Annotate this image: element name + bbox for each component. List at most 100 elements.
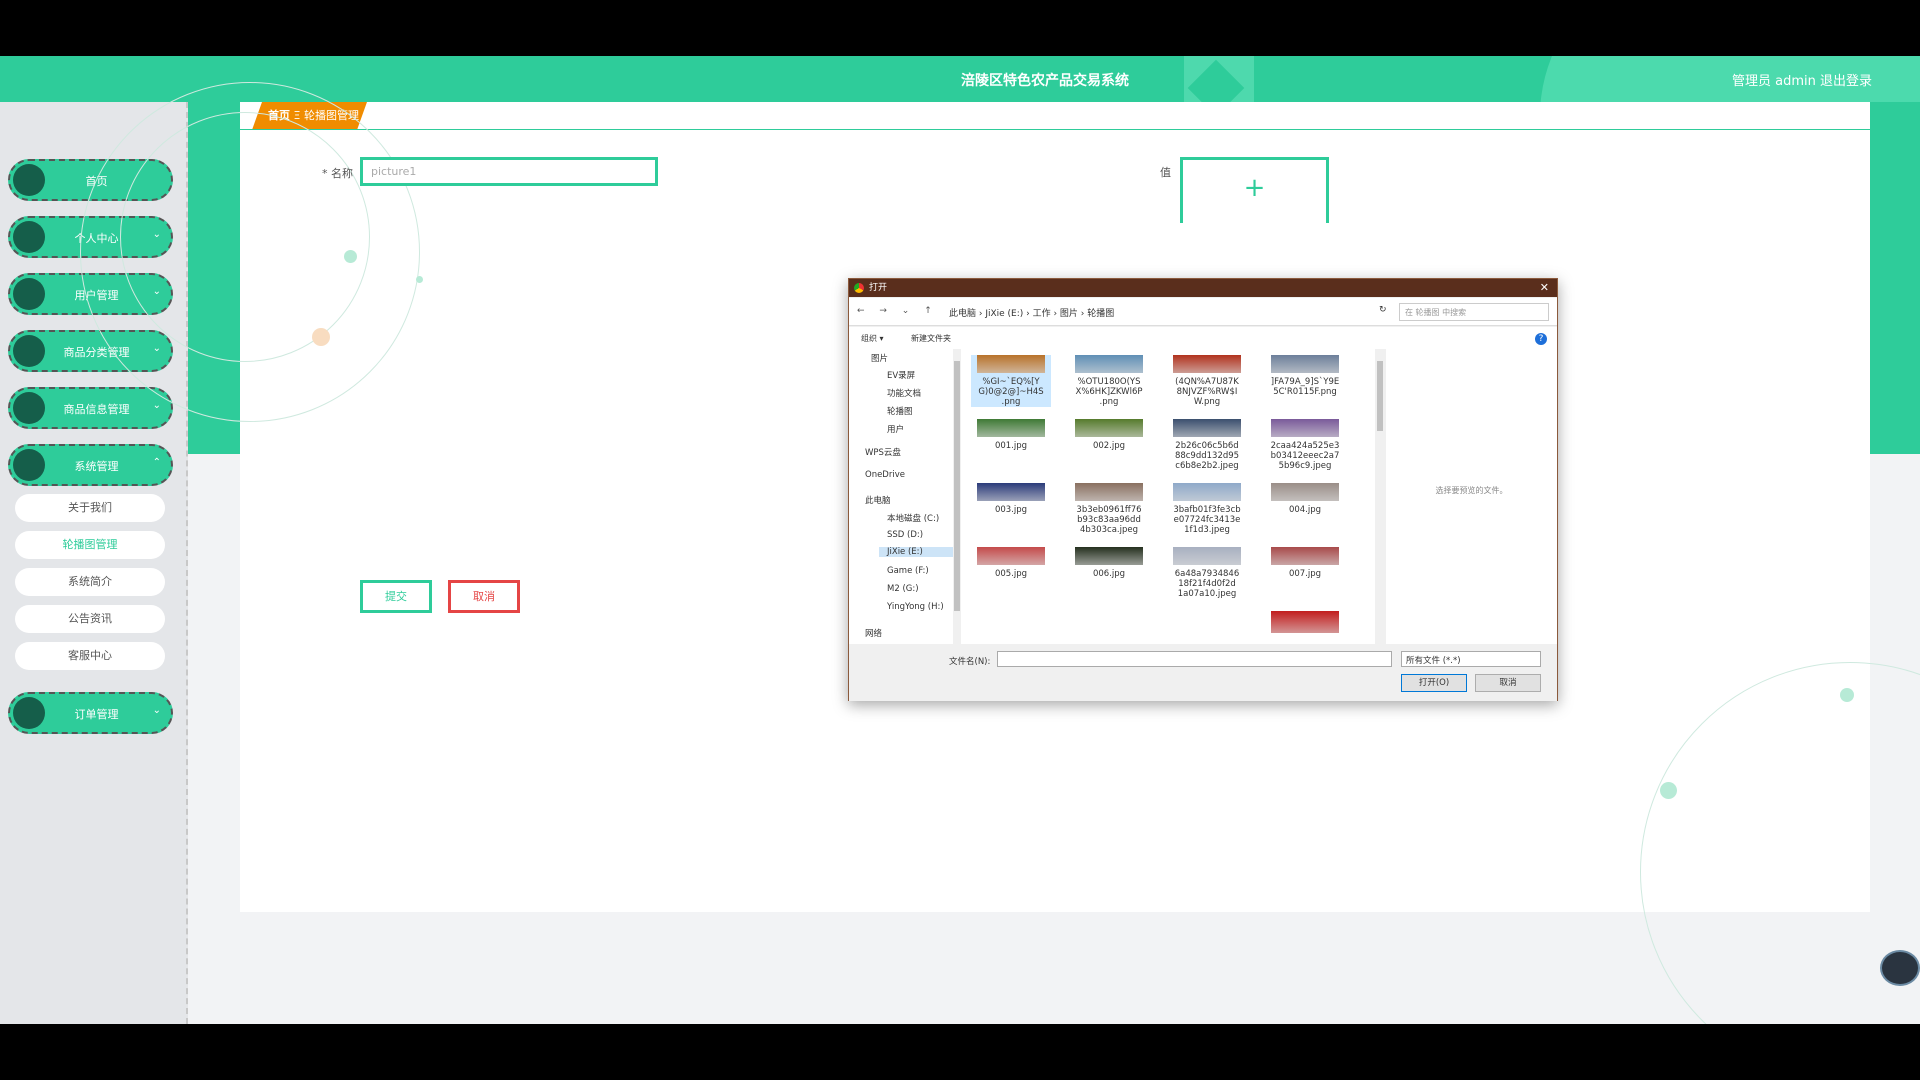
menu-circle-icon (13, 697, 45, 729)
file-item[interactable]: 3bafb01f3fe3cb e07724fc3413e 1f1d3.jpeg (1167, 483, 1247, 535)
file-item[interactable]: 2b26c06c5b6d 88c9dd132d95 c6b8e2b2.jpeg (1167, 419, 1247, 471)
cancel-button[interactable]: 取消 (448, 580, 520, 613)
image-upload[interactable]: + (1180, 157, 1329, 223)
file-name: 006.jpg (1092, 569, 1126, 579)
submit-button[interactable]: 提交 (360, 580, 432, 613)
tree-item[interactable]: 网络 (865, 627, 882, 639)
path-breadcrumb[interactable]: 此电脑 › JiXie (E:) › 工作 › 图片 › 轮播图 (949, 306, 1114, 319)
file-item[interactable]: 2caa424a525e3 b03412eeec2a7 5b96c9.jpeg (1265, 419, 1345, 471)
sidebar-item-order-management[interactable]: 订单管理 ⌄ (8, 692, 173, 734)
file-item[interactable] (1265, 611, 1345, 637)
file-item[interactable]: (4QN%A7U87K 8NJVZF%RW$I W.png (1167, 355, 1247, 407)
divider (240, 129, 1870, 130)
sidebar-item-label: 商品信息管理 (63, 403, 130, 416)
file-thumbnail (1075, 483, 1143, 501)
sidebar-item-product-management[interactable]: 商品信息管理 ⌄ (8, 387, 173, 429)
help-icon[interactable]: ? (1535, 333, 1547, 345)
file-thumbnail (977, 483, 1045, 501)
file-item[interactable]: 007.jpg (1265, 547, 1345, 579)
file-thumbnail (977, 355, 1045, 373)
app-screen: 涪陵区特色农产品交易系统 管理员 admin 退出登录 首页 个人中心 ⌄ 用户… (0, 56, 1920, 1024)
tree-item[interactable]: YingYong (H:) (887, 602, 944, 612)
file-name: 2caa424a525e3 b03412eeec2a7 5b96c9.jpeg (1270, 441, 1340, 471)
file-thumbnail (1075, 355, 1143, 373)
file-name: 3bafb01f3fe3cb e07724fc3413e 1f1d3.jpeg (1173, 505, 1241, 535)
tree-item[interactable]: 此电脑 (865, 494, 891, 506)
scroll-thumb[interactable] (954, 361, 960, 611)
chevron-down-icon: ⌄ (152, 705, 161, 716)
tree-item[interactable]: 功能文档 (887, 387, 921, 399)
file-name: 002.jpg (1092, 441, 1126, 451)
floating-widget-button[interactable] (1880, 950, 1920, 986)
search-input[interactable]: 在 轮播图 中搜索 (1399, 303, 1549, 321)
tree-item[interactable]: 用户 (887, 423, 904, 435)
dialog-title: 打开 (869, 283, 888, 293)
refresh-icon[interactable]: ↻ (1379, 305, 1387, 315)
dialog-cancel-button[interactable]: 取消 (1475, 674, 1541, 692)
tree-item[interactable]: M2 (G:) (887, 584, 919, 594)
file-name: 004.jpg (1288, 505, 1322, 515)
file-thumbnail (1075, 547, 1143, 565)
tree-scrollbar[interactable] (953, 349, 961, 644)
chrome-icon (854, 283, 864, 293)
file-item[interactable]: 006.jpg (1069, 547, 1149, 579)
sidebar-subitem-carousel[interactable]: 轮播图管理 (15, 531, 165, 559)
tree-item[interactable]: Game (F:) (887, 566, 929, 576)
file-thumbnail (1173, 547, 1241, 565)
tree-item[interactable]: EV录屏 (887, 369, 915, 381)
file-name: 003.jpg (994, 505, 1028, 515)
decoration-dot (1840, 688, 1854, 702)
file-item[interactable]: 001.jpg (971, 419, 1051, 451)
file-thumbnail (1173, 419, 1241, 437)
navigation-arrows[interactable]: ← → ⌄ ↑ (857, 306, 938, 316)
decoration-dot (1660, 782, 1677, 799)
name-input[interactable]: picture1 (360, 157, 658, 186)
file-thumbnail (977, 547, 1045, 565)
sidebar-item-label: 订单管理 (74, 708, 119, 721)
open-button[interactable]: 打开(O) (1401, 674, 1467, 692)
filetype-select[interactable]: 所有文件 (*.*) (1401, 651, 1541, 667)
sidebar-subitem-about[interactable]: 关于我们 (15, 494, 165, 522)
file-thumbnail (1173, 355, 1241, 373)
user-info[interactable]: 管理员 admin 退出登录 (1732, 70, 1872, 89)
file-item[interactable]: 6a48a7934846 18f21f4d0f2d 1a07a10.jpeg (1167, 547, 1247, 599)
file-item[interactable]: ]FA79A_9]S`Y9E 5C'R0115F.png (1265, 355, 1345, 397)
file-item[interactable]: %OTU180O(YS X%6HK]ZKWl6P .png (1069, 355, 1149, 407)
filename-input[interactable] (997, 651, 1392, 667)
file-item[interactable]: 3b3eb0961ff76 b93c83aa96dd 4b303ca.jpeg (1069, 483, 1149, 535)
file-item[interactable]: 005.jpg (971, 547, 1051, 579)
file-name: %OTU180O(YS X%6HK]ZKWl6P .png (1075, 377, 1143, 407)
file-name: 005.jpg (994, 569, 1028, 579)
scroll-thumb[interactable] (1377, 361, 1383, 431)
folder-tree: 图片 EV录屏 功能文档 轮播图 用户 WPS云盘 OneDrive 此电脑 本… (849, 349, 959, 644)
menu-circle-icon (13, 449, 45, 481)
file-item[interactable]: 004.jpg (1265, 483, 1345, 515)
dialog-footer: 文件名(N): 所有文件 (*.*) 打开(O) 取消 (849, 645, 1557, 701)
tree-item[interactable]: WPS云盘 (865, 446, 901, 458)
close-icon[interactable]: ✕ (1540, 279, 1549, 297)
tree-item[interactable]: 轮播图 (887, 405, 913, 417)
background-arc (120, 112, 370, 362)
file-item[interactable]: 002.jpg (1069, 419, 1149, 451)
tree-item[interactable]: SSD (D:) (887, 530, 923, 540)
new-folder-button[interactable]: 新建文件夹 (911, 333, 951, 344)
menu-circle-icon (13, 392, 45, 424)
organize-button[interactable]: 组织 ▾ (861, 333, 884, 344)
chevron-down-icon: ⌄ (152, 400, 161, 411)
tree-item[interactable]: 本地磁盘 (C:) (887, 512, 939, 524)
tree-item[interactable]: OneDrive (865, 470, 905, 480)
sidebar-item-system-management[interactable]: 系统管理 ⌃ (8, 444, 173, 486)
decoration-dot (416, 276, 423, 283)
sidebar-subitem-service[interactable]: 客服中心 (15, 642, 165, 670)
tree-item[interactable]: 图片 (871, 352, 888, 364)
file-item[interactable]: 003.jpg (971, 483, 1051, 515)
file-item[interactable]: %GI~`EQ%[Y G)0@2@]~H4S .png (971, 355, 1051, 407)
sidebar-subitem-news[interactable]: 公告资讯 (15, 605, 165, 633)
file-name: 2b26c06c5b6d 88c9dd132d95 c6b8e2b2.jpeg (1174, 441, 1240, 471)
file-thumbnail (1271, 483, 1339, 501)
files-scrollbar[interactable] (1375, 349, 1385, 644)
tree-item-selected[interactable]: JiXie (E:) (879, 547, 953, 557)
sidebar-subitem-intro[interactable]: 系统简介 (15, 568, 165, 596)
plus-icon: + (1243, 173, 1266, 203)
chevron-up-icon: ⌃ (152, 457, 161, 468)
